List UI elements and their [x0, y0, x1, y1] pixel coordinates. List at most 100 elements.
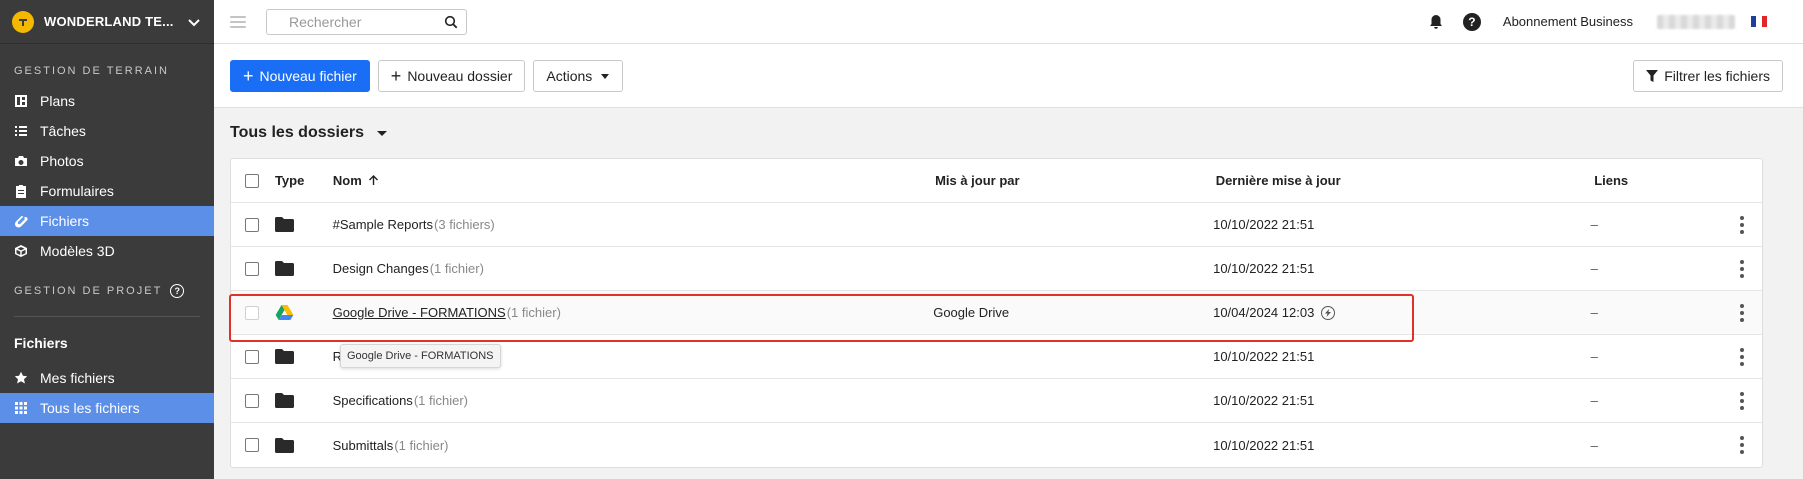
french-flag-icon[interactable]: [1751, 16, 1767, 27]
bell-icon[interactable]: [1427, 13, 1445, 31]
row-count: (1 fichier): [413, 393, 468, 408]
sidebar-item-label: Photos: [40, 153, 84, 169]
sidebar-item-label: Formulaires: [40, 183, 114, 199]
sidebar-item-label: Plans: [40, 93, 76, 109]
row-checkbox[interactable]: [244, 393, 259, 408]
row-date: 10/10/2022 21:51: [1213, 393, 1315, 408]
new-folder-label: Nouveau dossier: [407, 67, 513, 84]
filter-icon: [1646, 69, 1659, 82]
row-checkbox[interactable]: [244, 261, 259, 276]
toolbar: + Nouveau fichier + Nouveau dossier Acti…: [214, 44, 1803, 108]
more-vertical-icon[interactable]: [1740, 259, 1744, 278]
caret-down-icon: [376, 131, 387, 136]
row-links: –: [1590, 393, 1598, 408]
header-name[interactable]: Nom: [333, 173, 935, 188]
row-checkbox[interactable]: [244, 438, 259, 452]
select-all-checkbox[interactable]: [244, 173, 259, 188]
table-row-google-drive[interactable]: Google Drive - FORMATIONS (1 fichier) Go…: [231, 291, 1762, 335]
actions-dropdown[interactable]: Actions: [533, 59, 624, 92]
folder-icon: [274, 217, 294, 232]
folder-selector-label: Tous les dossiers: [230, 124, 364, 141]
sidebar-item-taches[interactable]: Tâches: [0, 116, 214, 146]
sync-bolt-icon[interactable]: [1321, 305, 1336, 320]
sort-arrow-up-icon: [368, 175, 378, 185]
row-name[interactable]: #Sample Reports: [333, 217, 433, 232]
folder-selector[interactable]: Tous les dossiers: [230, 124, 388, 142]
files-section-title: Fichiers: [14, 335, 68, 351]
more-vertical-icon[interactable]: [1740, 436, 1744, 454]
table-row[interactable]: #Sample Reports (3 fichiers) 10/10/2022 …: [231, 203, 1762, 247]
row-count: (1 fichier): [506, 305, 561, 320]
actions-label: Actions: [546, 67, 593, 84]
sidebar: WONDERLAND TE... GESTION DE TERRAIN Plan…: [0, 0, 214, 479]
filter-files-button[interactable]: Filtrer les fichiers: [1633, 59, 1783, 92]
workspace-name: WONDERLAND TE...: [44, 14, 174, 29]
chevron-down-icon[interactable]: [186, 14, 202, 30]
row-links: –: [1590, 305, 1598, 320]
google-drive-icon: [275, 305, 294, 320]
sidebar-item-plans[interactable]: Plans: [0, 86, 214, 116]
row-date: 10/04/2024 12:03: [1213, 305, 1315, 320]
workspace-logo-icon: [12, 10, 34, 33]
plus-icon: +: [390, 65, 402, 86]
new-file-button[interactable]: + Nouveau fichier: [230, 59, 370, 92]
more-vertical-icon[interactable]: [1740, 215, 1744, 234]
sidebar-item-modeles-3d[interactable]: Modèles 3D: [0, 236, 214, 266]
row-date: 10/10/2022 21:51: [1213, 261, 1315, 276]
search-icon[interactable]: [444, 15, 458, 29]
row-date: 10/10/2022 21:51: [1213, 437, 1315, 453]
sidebar-item-photos[interactable]: Photos: [0, 146, 214, 176]
help-icon[interactable]: ?: [1462, 12, 1481, 31]
menu-icon[interactable]: [230, 15, 246, 28]
row-name[interactable]: Specifications: [333, 393, 413, 408]
sidebar-divider: [14, 316, 200, 317]
section-title-projet: GESTION DE PROJET ?: [0, 282, 214, 300]
row-checkbox[interactable]: [244, 217, 259, 232]
header-updated-by: Mis à jour par: [935, 173, 1020, 188]
table-row[interactable]: Submittals (1 fichier) 10/10/2022 21:51 …: [231, 423, 1762, 467]
row-name[interactable]: Design Changes: [333, 261, 429, 276]
name-tooltip: Google Drive - FORMATIONS: [340, 344, 501, 368]
subscription-link[interactable]: Abonnement Business: [1503, 14, 1633, 29]
section-title-projet-label: GESTION DE PROJET: [14, 285, 163, 297]
sidebar-item-fichiers[interactable]: Fichiers: [0, 206, 214, 236]
more-vertical-icon[interactable]: [1740, 391, 1744, 410]
topbar: ? Abonnement Business: [214, 0, 1803, 44]
row-links: –: [1590, 349, 1598, 364]
search-box: [266, 8, 467, 35]
row-name[interactable]: Submittals: [333, 438, 394, 453]
workspace-switcher[interactable]: WONDERLAND TE...: [0, 0, 214, 44]
sidebar-item-label: Modèles 3D: [40, 243, 115, 259]
row-count: (1 fichier): [429, 261, 484, 276]
sidebar-item-formulaires[interactable]: Formulaires: [0, 176, 214, 206]
sidebar-item-tous-les-fichiers[interactable]: Tous les fichiers: [0, 393, 214, 423]
table-row[interactable]: Specifications (1 fichier) 10/10/2022 21…: [231, 379, 1762, 423]
search-input[interactable]: [289, 13, 444, 30]
row-date: 10/10/2022 21:51: [1213, 217, 1315, 232]
clipboard-icon: [14, 184, 28, 198]
caret-down-icon: [601, 73, 610, 79]
row-checkbox[interactable]: [244, 349, 259, 364]
more-vertical-icon[interactable]: [1740, 347, 1744, 366]
sidebar-nav-files: Mes fichiers Tous les fichiers: [0, 363, 214, 423]
row-name-link[interactable]: Google Drive - FORMATIONS: [333, 305, 506, 320]
cube-icon: [14, 244, 28, 258]
help-circle-icon[interactable]: ?: [170, 284, 185, 298]
sidebar-item-label: Tous les fichiers: [40, 400, 140, 416]
section-title-terrain: GESTION DE TERRAIN: [14, 65, 169, 77]
new-folder-button[interactable]: + Nouveau dossier: [377, 59, 526, 92]
new-file-label: Nouveau fichier: [259, 67, 357, 84]
table-header: Type Nom Mis à jour par Dernière mise à …: [231, 159, 1762, 203]
folder-icon: [274, 349, 294, 364]
header-name-label: Nom: [332, 173, 362, 188]
sidebar-nav-terrain: Plans Tâches Photos Formulaires Fichiers…: [0, 86, 214, 266]
row-checkbox[interactable]: [244, 305, 259, 320]
table-row[interactable]: Design Changes (1 fichier) 10/10/2022 21…: [231, 247, 1762, 291]
camera-icon: [14, 154, 28, 168]
user-name-blurred[interactable]: [1657, 14, 1735, 29]
sidebar-item-label: Mes fichiers: [40, 370, 115, 386]
list-icon: [14, 124, 28, 138]
more-vertical-icon[interactable]: [1740, 303, 1744, 322]
sidebar-item-mes-fichiers[interactable]: Mes fichiers: [0, 363, 214, 393]
sidebar-item-label: Fichiers: [40, 213, 90, 229]
